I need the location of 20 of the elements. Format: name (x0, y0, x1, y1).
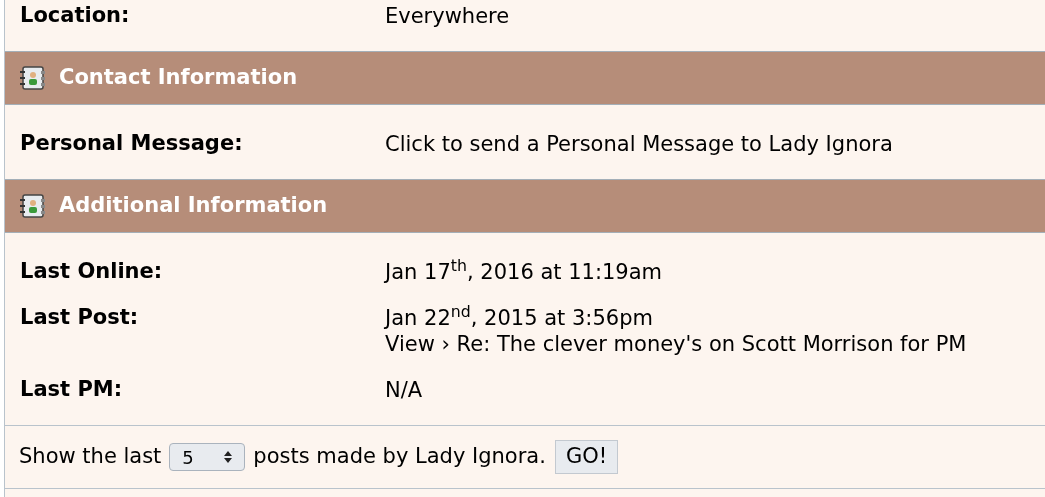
field-label: Location: (19, 3, 131, 29)
address-book-icon (19, 194, 47, 218)
field-value: Everywhere (385, 3, 510, 29)
updown-caret-icon (224, 450, 233, 464)
field-label: Personal Message: (19, 131, 244, 157)
footer-text: posts made by Lady Ignora. (253, 443, 546, 471)
field-value: Jan 22$^{nd}$, 2015 at 3:56pm (385, 305, 654, 331)
section-title: Contact Information (59, 64, 298, 92)
posts-count-select[interactable]: 5 (169, 443, 246, 471)
field-value: Jan 17$^{th}$, 2016 at 11:19am (385, 259, 663, 285)
field-value: View › Re: The clever money's on Scott Morrison for PM (385, 331, 967, 357)
section-title: Additional Information (59, 192, 328, 220)
address-book-icon (19, 66, 47, 90)
field-label: Last Post: (19, 305, 140, 331)
field-label: Last Online: (19, 259, 164, 285)
footer-text: Show the last (19, 443, 162, 471)
field-label: Last PM: (19, 377, 124, 403)
field-value: N/A (385, 377, 423, 403)
field-value: Click to send a Personal Message to Lady Ignora (385, 131, 893, 157)
go-button[interactable]: GO! (554, 440, 619, 474)
